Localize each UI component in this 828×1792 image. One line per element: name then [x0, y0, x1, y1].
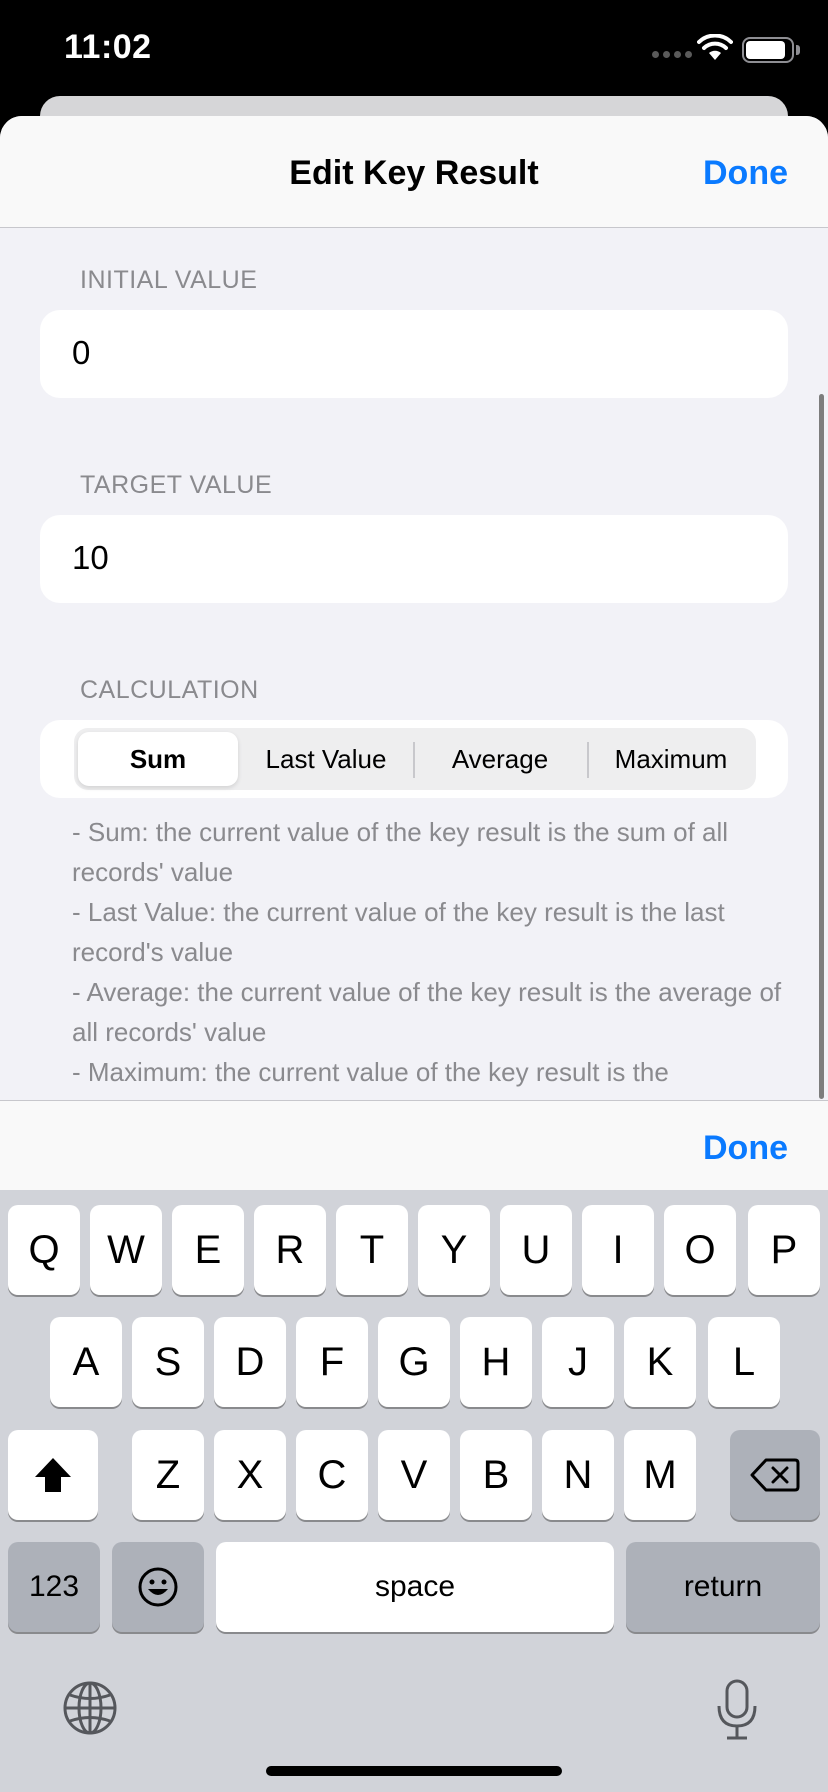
- calculation-card: Sum Last Value Average Maximum: [40, 720, 788, 798]
- key-j[interactable]: J: [542, 1317, 614, 1407]
- initial-value-text: 0: [72, 334, 91, 371]
- target-value-label: TARGET VALUE: [80, 471, 273, 499]
- help-average: - Average: the current value of the key …: [72, 977, 782, 1047]
- help-maximum: - Maximum: the current value of the key …: [72, 1057, 669, 1087]
- segment-last-value[interactable]: Last Value: [242, 732, 410, 786]
- microphone-icon[interactable]: [712, 1678, 762, 1742]
- help-last-value: - Last Value: the current value of the k…: [72, 897, 725, 967]
- key-q[interactable]: Q: [8, 1205, 80, 1295]
- key-y[interactable]: Y: [418, 1205, 490, 1295]
- initial-value-field[interactable]: 0: [40, 310, 788, 398]
- globe-icon[interactable]: [62, 1680, 118, 1736]
- key-m[interactable]: M: [624, 1430, 696, 1520]
- return-key[interactable]: return: [626, 1542, 820, 1632]
- done-button[interactable]: Done: [703, 154, 788, 193]
- key-c[interactable]: C: [296, 1430, 368, 1520]
- keyboard: Q W E R T Y U I O P A S D F G H J K L Z …: [0, 1190, 828, 1792]
- key-a[interactable]: A: [50, 1317, 122, 1407]
- keyboard-done-button[interactable]: Done: [703, 1129, 788, 1168]
- key-s[interactable]: S: [132, 1317, 204, 1407]
- space-key[interactable]: space: [216, 1542, 614, 1632]
- key-t[interactable]: T: [336, 1205, 408, 1295]
- battery-icon: [742, 37, 794, 63]
- segment-average[interactable]: Average: [416, 732, 584, 786]
- scrollbar[interactable]: [819, 394, 824, 1099]
- battery-tip: [796, 45, 800, 55]
- status-time: 11:02: [64, 28, 152, 66]
- calculation-label: CALCULATION: [80, 676, 259, 704]
- delete-key[interactable]: [730, 1430, 820, 1520]
- emoji-key[interactable]: [112, 1542, 204, 1632]
- segment-maximum[interactable]: Maximum: [590, 732, 752, 786]
- numbers-key[interactable]: 123: [8, 1542, 100, 1632]
- calculation-segmented-control: Sum Last Value Average Maximum: [74, 728, 756, 790]
- key-z[interactable]: Z: [132, 1430, 204, 1520]
- key-g[interactable]: G: [378, 1317, 450, 1407]
- keyboard-accessory-bar: Done: [0, 1100, 828, 1190]
- help-sum: - Sum: the current value of the key resu…: [72, 817, 729, 887]
- home-indicator: [266, 1766, 562, 1776]
- cellular-signal-icon: [652, 51, 692, 58]
- status-bar: 11:02: [0, 0, 828, 100]
- key-f[interactable]: F: [296, 1317, 368, 1407]
- initial-value-label: INITIAL VALUE: [80, 266, 258, 294]
- key-v[interactable]: V: [378, 1430, 450, 1520]
- shift-key[interactable]: [8, 1430, 98, 1520]
- key-d[interactable]: D: [214, 1317, 286, 1407]
- segment-sum[interactable]: Sum: [78, 732, 238, 786]
- key-o[interactable]: O: [664, 1205, 736, 1295]
- target-value-text: 10: [72, 539, 109, 576]
- key-x[interactable]: X: [214, 1430, 286, 1520]
- key-b[interactable]: B: [460, 1430, 532, 1520]
- key-i[interactable]: I: [582, 1205, 654, 1295]
- key-h[interactable]: H: [460, 1317, 532, 1407]
- shift-icon: [35, 1458, 71, 1492]
- key-p[interactable]: P: [748, 1205, 820, 1295]
- key-k[interactable]: K: [624, 1317, 696, 1407]
- segment-divider: [587, 742, 589, 778]
- key-r[interactable]: R: [254, 1205, 326, 1295]
- wifi-icon: [697, 34, 733, 60]
- key-u[interactable]: U: [500, 1205, 572, 1295]
- nav-bar: Edit Key Result Done: [0, 116, 828, 228]
- key-w[interactable]: W: [90, 1205, 162, 1295]
- emoji-icon: [138, 1567, 178, 1607]
- key-l[interactable]: L: [708, 1317, 780, 1407]
- target-value-field[interactable]: 10: [40, 515, 788, 603]
- key-e[interactable]: E: [172, 1205, 244, 1295]
- delete-icon: [750, 1458, 800, 1492]
- segment-divider: [413, 742, 415, 778]
- key-n[interactable]: N: [542, 1430, 614, 1520]
